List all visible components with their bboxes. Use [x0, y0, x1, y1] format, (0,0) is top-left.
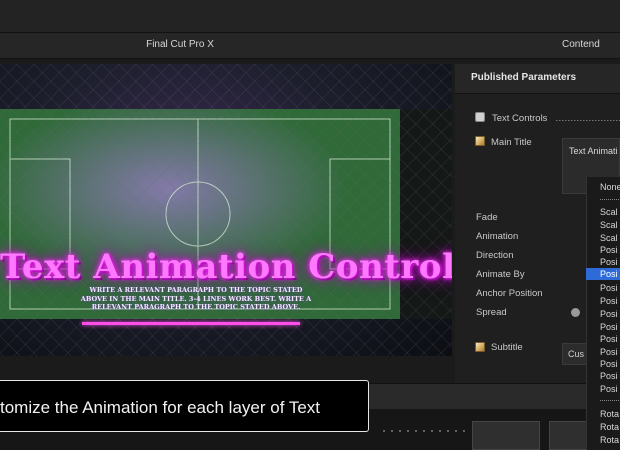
param-animation: Animation	[476, 231, 519, 242]
main-title-icon	[475, 136, 485, 146]
main-title-label: Main Title	[491, 137, 532, 148]
popup-title: Text Animati	[569, 146, 618, 156]
dropdown-item[interactable]: Posi	[600, 370, 620, 382]
text-controls-checkbox[interactable]	[475, 112, 485, 122]
dropdown-separator	[600, 199, 620, 200]
caption-text: tomize the Animation for each layer of T…	[0, 398, 321, 417]
custom-button-label: Cus	[568, 349, 585, 359]
title-bar: Final Cut Pro X Contend	[0, 33, 620, 59]
dropdown-item[interactable]: Posi	[600, 321, 620, 333]
dropdown-item[interactable]: Rota	[600, 421, 620, 433]
text-controls-label: Text Controls	[492, 113, 548, 124]
dropdown-item[interactable]: Posi	[600, 282, 620, 294]
browser-thumbnail[interactable]	[472, 421, 540, 450]
subtitle-icon	[475, 342, 485, 352]
dropdown-item-selected[interactable]: Posi	[600, 268, 620, 280]
top-strip	[0, 0, 620, 33]
subtitle-label: Subtitle	[491, 342, 523, 353]
divider	[556, 120, 620, 121]
dropdown-item[interactable]: Rota	[600, 434, 620, 446]
dropdown-item[interactable]: Posi	[600, 383, 620, 395]
dropdown-item-none[interactable]: None	[600, 181, 620, 193]
viewer-paragraph: Write a relevant paragraph to the topic …	[80, 286, 312, 311]
dropdown-item[interactable]: Posi	[600, 256, 620, 268]
inspector-header: Published Parameters	[455, 64, 620, 94]
right-title: Contend	[562, 39, 600, 50]
timeline-ruler	[380, 428, 468, 434]
inspector-title: Published Parameters	[471, 72, 577, 83]
title-underline	[82, 322, 300, 325]
param-fade: Fade	[476, 212, 498, 223]
dropdown-item[interactable]: Posi	[600, 358, 620, 370]
browser-thumbnail[interactable]	[549, 421, 589, 450]
app-title: Final Cut Pro X	[146, 39, 214, 50]
viewer-main-title: Text Animation Controls	[0, 247, 452, 287]
dropdown-item[interactable]: Posi	[600, 295, 620, 307]
dropdown-item[interactable]: Posi	[600, 346, 620, 358]
param-anchor-position: Anchor Position	[476, 288, 543, 299]
video-viewer[interactable]: Text Animation Controls Write a relevant…	[0, 64, 452, 356]
dropdown-item[interactable]: Posi	[600, 244, 620, 256]
param-animate-by: Animate By	[476, 269, 525, 280]
dropdown-item[interactable]: Posi	[600, 308, 620, 320]
dropdown-item[interactable]: Rota	[600, 408, 620, 420]
spread-slider-knob[interactable]	[571, 308, 580, 317]
param-direction: Direction	[476, 250, 514, 261]
dropdown-item[interactable]: Posi	[600, 333, 620, 345]
dropdown-item[interactable]: Scal	[600, 219, 620, 231]
param-spread: Spread	[476, 307, 507, 318]
field-graphic	[0, 64, 452, 356]
dropdown-separator	[600, 400, 620, 401]
dropdown-item[interactable]: Scal	[600, 232, 620, 244]
dropdown-item[interactable]: Scal	[600, 206, 620, 218]
